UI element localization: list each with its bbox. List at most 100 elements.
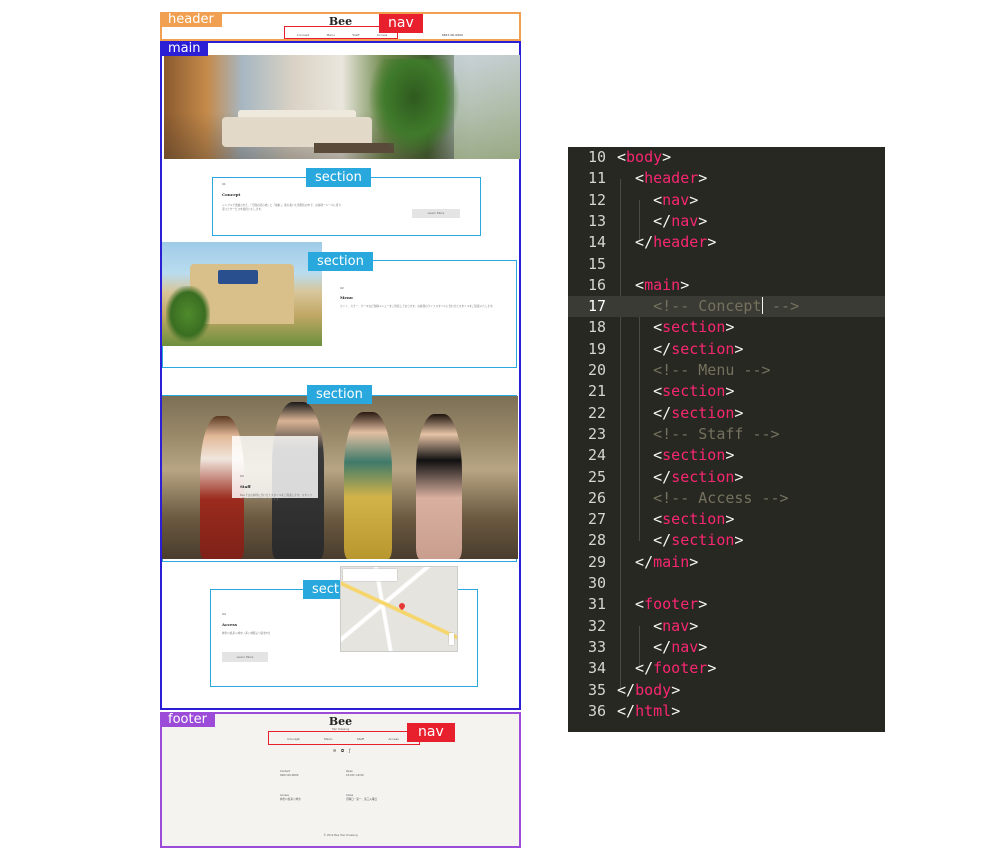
twitter-icon[interactable]: ✉ [333, 748, 336, 753]
code-text: </nav> [617, 637, 707, 658]
line-number: 24 [587, 446, 606, 465]
instagram-icon[interactable]: ◘ [341, 748, 344, 753]
code-text: </html> [617, 701, 680, 722]
menu-number: 02 [340, 286, 344, 290]
code-line[interactable]: 14 </header> [568, 232, 885, 253]
line-number: 34 [587, 659, 606, 678]
line-number: 25 [587, 467, 606, 486]
code-text: </section> [617, 467, 743, 488]
code-line[interactable]: 12 <nav> [568, 190, 885, 211]
footer-nav-outline [268, 731, 420, 745]
code-tag-name: section [671, 531, 735, 550]
code-line[interactable]: 17 <!-- Concept --> [568, 296, 885, 318]
code-line[interactable]: 13 </nav> [568, 211, 885, 232]
code-text: <section> [617, 445, 734, 466]
code-punctuation: </ [617, 531, 672, 550]
line-number: 31 [587, 595, 606, 614]
footer-logo: Bee [328, 715, 353, 728]
code-line[interactable]: 11 <header> [568, 168, 885, 189]
code-line[interactable]: 33 </nav> [568, 637, 885, 658]
code-line[interactable]: 32 <nav> [568, 616, 885, 637]
line-number: 28 [587, 531, 606, 550]
footer-open: Open 10:00〜19:00 [346, 770, 364, 777]
code-tag-name: section [671, 467, 735, 486]
code-text: <section> [617, 317, 734, 338]
code-tag-name: footer [644, 595, 699, 614]
code-punctuation: > [707, 233, 717, 252]
code-line[interactable]: 26 <!-- Access --> [568, 488, 885, 509]
line-number: 10 [587, 148, 606, 166]
map-zoom-control[interactable] [449, 633, 454, 645]
code-line[interactable]: 30 [568, 573, 885, 594]
code-punctuation: > [734, 403, 744, 422]
code-punctuation: > [698, 169, 708, 188]
code-line[interactable]: 10 <body> [568, 147, 885, 168]
code-punctuation: </ [617, 659, 654, 678]
code-line[interactable]: 23 <!-- Staff --> [568, 424, 885, 445]
access-text: 神奈川県茅ヶ崎市 / 茅ヶ崎駅より徒歩5分 [222, 632, 271, 635]
footer-contact: Contact 0467-00-0000 [280, 770, 299, 777]
staff-photo [162, 396, 518, 559]
code-tag-name: nav [671, 211, 699, 230]
code-punctuation: </ [617, 339, 672, 358]
code-text: <!-- Staff --> [617, 424, 780, 445]
code-line[interactable]: 34 </footer> [568, 658, 885, 679]
code-punctuation: > [725, 510, 735, 529]
code-line[interactable]: 20 <!-- Menu --> [568, 360, 885, 381]
code-line[interactable]: 36 </html> [568, 701, 885, 722]
concept-section-label: section [306, 168, 371, 187]
code-comment: <!-- Staff --> [617, 424, 780, 443]
code-punctuation: </ [617, 701, 636, 720]
code-line[interactable]: 27 <section> [568, 509, 885, 530]
code-tag-name: section [662, 382, 726, 401]
code-tag-name: section [671, 403, 735, 422]
code-punctuation: < [617, 595, 645, 614]
code-line[interactable]: 29 </main> [568, 552, 885, 573]
access-map[interactable] [340, 566, 458, 652]
line-number: 27 [587, 510, 606, 529]
line-number: 12 [587, 190, 606, 209]
code-line[interactable]: 16 <main> [568, 275, 885, 296]
access-learn-more-button[interactable]: Learn More [222, 652, 268, 662]
code-punctuation: > [689, 616, 699, 635]
code-punctuation: </ [617, 637, 672, 656]
code-comment: --> [763, 297, 800, 316]
code-text: <!-- Concept --> [617, 296, 799, 317]
concept-number: 01 [222, 182, 226, 186]
code-tag-name: body [635, 680, 672, 699]
code-tag-name: section [662, 510, 726, 529]
footer-copyright: © 2019 Bee Hair Dressing [323, 834, 358, 837]
code-punctuation: < [617, 190, 663, 209]
code-line[interactable]: 19 </section> [568, 339, 885, 360]
code-line[interactable]: 35 </body> [568, 680, 885, 701]
code-line[interactable]: 25 </section> [568, 467, 885, 488]
code-text: <!-- Access --> [617, 488, 788, 509]
code-line[interactable]: 15 [568, 254, 885, 275]
code-line[interactable]: 18 <section> [568, 317, 885, 338]
line-number: 35 [587, 680, 606, 699]
code-punctuation: </ [617, 403, 672, 422]
code-text: </section> [617, 403, 743, 424]
code-line[interactable]: 22 </section> [568, 403, 885, 424]
code-text: <nav> [617, 616, 698, 637]
code-punctuation: < [617, 382, 663, 401]
code-tag-name: body [626, 148, 663, 166]
code-line[interactable]: 28 </section> [568, 530, 885, 551]
facebook-icon[interactable]: ƒ [349, 748, 350, 753]
menu-section-label: section [308, 252, 373, 271]
code-tag-name: main [644, 275, 681, 294]
staff-section-label: section [307, 385, 372, 404]
code-line[interactable]: 31 <footer> [568, 594, 885, 615]
code-editor-panel: 10 <body> 11 <header> 12 <nav> 13 </nav> 14 <… [568, 147, 885, 732]
footer-close: Close 月曜日・第一、第三火曜日 [346, 794, 378, 801]
code-line[interactable]: 24 <section> [568, 445, 885, 466]
line-number: 36 [587, 701, 606, 720]
code-text: <footer> [617, 594, 707, 615]
code-text: </footer> [617, 658, 716, 679]
code-punctuation: > [671, 680, 681, 699]
staff-title: Staff [240, 484, 251, 489]
main-label: main [160, 41, 209, 56]
header-label: header [160, 12, 222, 27]
concept-learn-more-button[interactable]: Learn More [412, 209, 460, 218]
code-line[interactable]: 21 <section> [568, 381, 885, 402]
